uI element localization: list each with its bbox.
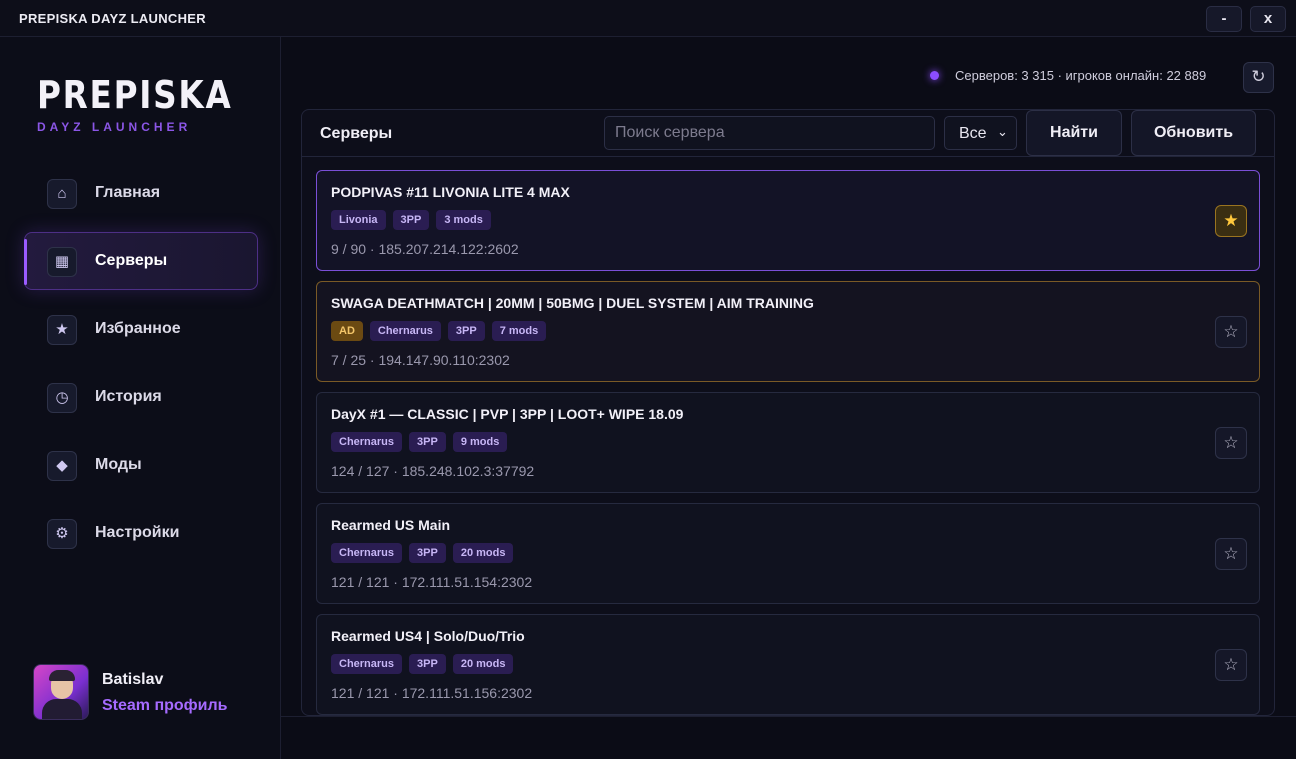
filter-value: Все: [959, 125, 987, 142]
steam-profile-link[interactable]: Steam профиль: [102, 697, 228, 715]
server-tags: Chernarus 3PP 9 mods: [331, 432, 514, 452]
history-clock-icon: ◷: [47, 383, 77, 413]
server-tag: 3 mods: [436, 210, 491, 230]
user-profile: Batislav Steam профиль: [33, 664, 273, 720]
server-tags: Chernarus 3PP 20 mods: [331, 543, 520, 563]
server-tag: Livonia: [331, 210, 386, 230]
gear-icon: ⚙: [47, 519, 77, 549]
sidebar-item-label: Серверы: [95, 252, 168, 269]
search-input[interactable]: [604, 116, 935, 150]
sidebar-item-0[interactable]: ⌂ Главная: [24, 164, 258, 222]
avatar[interactable]: [33, 664, 89, 720]
servers-panel: Серверы Все ⌄ Найти Обновить PODPIVAS #1…: [301, 109, 1275, 716]
server-name: SWAGA DEATHMATCH | 20MM | 50BMG | DUEL S…: [331, 295, 814, 311]
server-card[interactable]: PODPIVAS #11 LIVONIA LITE 4 MAX Livonia 3P…: [316, 170, 1260, 271]
server-tags: AD Chernarus 3PP 7 mods: [331, 321, 553, 341]
sidebar-item-2[interactable]: ★ Избранное: [24, 300, 258, 358]
sidebar-item-label: История: [95, 388, 162, 405]
filter-select[interactable]: Все ⌄: [944, 116, 1017, 150]
server-name: DayX #1 — CLASSIC | PVP | 3PP | LOOT+ WI…: [331, 406, 684, 422]
sidebar-nav: ⌂ Главная ▦ Серверы ★ Избранное ◷ История ◆ Моды ⚙…: [24, 164, 258, 572]
profile-name: Batislav: [102, 671, 164, 688]
server-name: Rearmed US4 | Solo/Duo/Trio: [331, 628, 525, 644]
diamond-icon: ◆: [47, 451, 77, 481]
server-name: PODPIVAS #11 LIVONIA LITE 4 MAX: [331, 184, 570, 200]
server-tag: 3PP: [447, 321, 485, 341]
server-name: Rearmed US Main: [331, 517, 451, 533]
server-tag: 20 mods: [452, 543, 514, 563]
server-tag: 20 mods: [452, 654, 514, 674]
server-tag: Chernarus: [331, 543, 403, 563]
server-card[interactable]: SWAGA DEATHMATCH | 20MM | 50BMG | DUEL S…: [316, 281, 1260, 382]
server-tag: Chernarus: [369, 321, 441, 341]
server-tag: Chernarus: [331, 654, 403, 674]
server-card[interactable]: DayX #1 — CLASSIC | PVP | 3PP | LOOT+ WI…: [316, 392, 1260, 493]
title-bar: PREPISKA DAYZ LAUNCHER - x: [0, 0, 1296, 37]
sidebar-item-3[interactable]: ◷ История: [24, 368, 258, 426]
sidebar-item-label: Настройки: [95, 524, 180, 541]
star-icon: ★: [47, 315, 77, 345]
update-button[interactable]: Обновить: [1131, 110, 1256, 156]
server-tag: 3PP: [409, 543, 446, 563]
refresh-icon[interactable]: ↻: [1243, 62, 1274, 93]
server-card[interactable]: Rearmed US4 | Solo/Duo/Trio Chernarus 3PP 2…: [316, 614, 1260, 715]
sidebar-item-4[interactable]: ◆ Моды: [24, 436, 258, 494]
server-tag: 7 mods: [491, 321, 547, 341]
server-tag: 3PP: [409, 432, 446, 452]
server-tag: 3PP: [392, 210, 430, 230]
server-tag: Chernarus: [331, 432, 403, 452]
sidebar-item-1[interactable]: ▦ Серверы: [24, 232, 258, 290]
server-tag: 3PP: [409, 654, 446, 674]
server-meta: 121 / 121 · 172.111.51.154:2302: [331, 574, 533, 590]
server-stats: Серверов: 3 315 · игроков онлайн: 22 889: [930, 68, 1206, 83]
sidebar-item-label: Главная: [95, 184, 161, 201]
favorite-star-filled-icon[interactable]: ★: [1215, 205, 1247, 237]
server-tag: 9 mods: [452, 432, 508, 452]
server-meta: 9 / 90 · 185.207.214.122:2602: [331, 241, 519, 257]
server-meta: 121 / 121 · 172.111.51.156:2302: [331, 685, 533, 701]
sidebar: PREPISKA DAYZ LAUNCHER ⌂ Главная ▦ Серверы ★…: [0, 37, 281, 759]
favorite-star-icon[interactable]: ☆: [1215, 538, 1247, 570]
server-card[interactable]: Rearmed US Main Chernarus 3PP 20 mods 121 / …: [316, 503, 1260, 604]
close-button[interactable]: x: [1250, 6, 1286, 32]
favorite-star-icon[interactable]: ☆: [1215, 649, 1247, 681]
brand-logo: PREPISKA: [37, 73, 233, 117]
status-dot-icon: [930, 71, 939, 80]
server-tags: Livonia 3PP 3 mods: [331, 210, 498, 230]
minimize-button[interactable]: -: [1206, 6, 1242, 32]
server-tags: Chernarus 3PP 20 mods: [331, 654, 520, 674]
server-list: PODPIVAS #11 LIVONIA LITE 4 MAX Livonia 3P…: [316, 170, 1260, 715]
sidebar-item-label: Избранное: [95, 320, 181, 337]
brand-subtitle: DAYZ LAUNCHER: [37, 120, 192, 134]
sidebar-item-label: Моды: [95, 456, 142, 473]
favorite-star-icon[interactable]: ☆: [1215, 316, 1247, 348]
chevron-down-icon: ⌄: [997, 124, 1008, 139]
favorite-star-icon[interactable]: ☆: [1215, 427, 1247, 459]
panel-header: Серверы Все ⌄ Найти Обновить: [302, 110, 1274, 157]
server-meta: 124 / 127 · 185.248.102.3:37792: [331, 463, 535, 479]
ad-badge: AD: [331, 321, 363, 341]
stats-text: Серверов: 3 315 · игроков онлайн: 22 889: [955, 68, 1207, 83]
home-icon: ⌂: [47, 179, 77, 209]
window-title: PREPISKA DAYZ LAUNCHER: [19, 11, 206, 26]
panel-title: Серверы: [320, 125, 393, 142]
find-button[interactable]: Найти: [1026, 110, 1122, 156]
sidebar-item-5[interactable]: ⚙ Настройки: [24, 504, 258, 562]
server-meta: 7 / 25 · 194.147.90.110:2302: [331, 352, 510, 368]
footer-bar: [281, 716, 1296, 759]
servers-grid-icon: ▦: [47, 247, 77, 277]
